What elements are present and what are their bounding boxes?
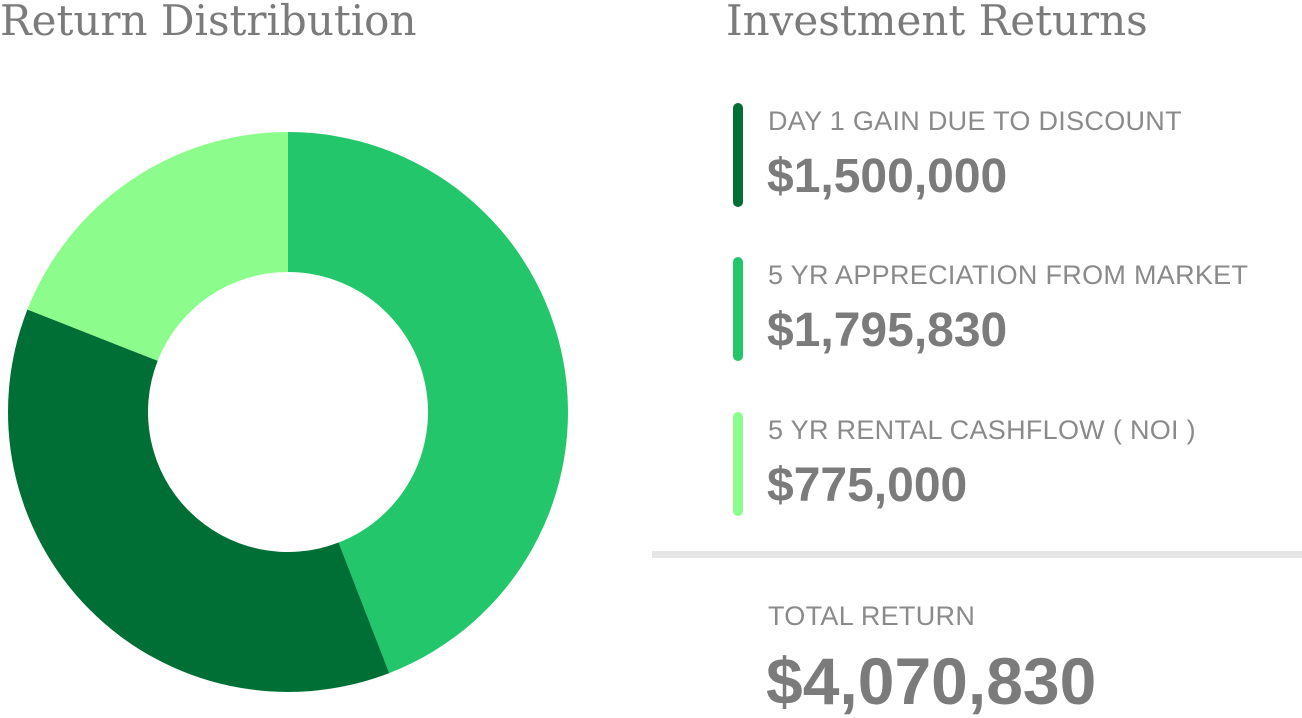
return-item-appreciation: 5 YR APPRECIATION FROM MARKET $1,795,830 <box>733 257 1293 361</box>
return-value: $775,000 <box>767 459 968 512</box>
return-distribution-title: Return Distribution <box>0 0 417 45</box>
return-value: $1,500,000 <box>767 150 1008 203</box>
return-distribution-donut-chart <box>7 132 569 692</box>
return-item-rental-cashflow: 5 YR RENTAL CASHFLOW ( NOI ) $775,000 <box>733 412 1293 516</box>
total-return-label: TOTAL RETURN <box>768 601 976 631</box>
return-label: 5 YR RENTAL CASHFLOW ( NOI ) <box>768 415 1196 445</box>
return-item-day1-gain: DAY 1 GAIN DUE TO DISCOUNT $1,500,000 <box>733 103 1293 207</box>
return-value: $1,795,830 <box>767 304 1008 357</box>
return-label: DAY 1 GAIN DUE TO DISCOUNT <box>768 106 1182 136</box>
return-color-bar <box>733 257 743 361</box>
total-return-value: $4,070,830 <box>766 644 1097 718</box>
return-color-bar <box>733 412 743 516</box>
donut-slice-day1-gain <box>7 309 390 692</box>
return-label: 5 YR APPRECIATION FROM MARKET <box>768 260 1249 290</box>
return-color-bar <box>733 103 743 207</box>
investment-returns-title: Investment Returns <box>726 0 1148 45</box>
divider <box>652 551 1302 558</box>
